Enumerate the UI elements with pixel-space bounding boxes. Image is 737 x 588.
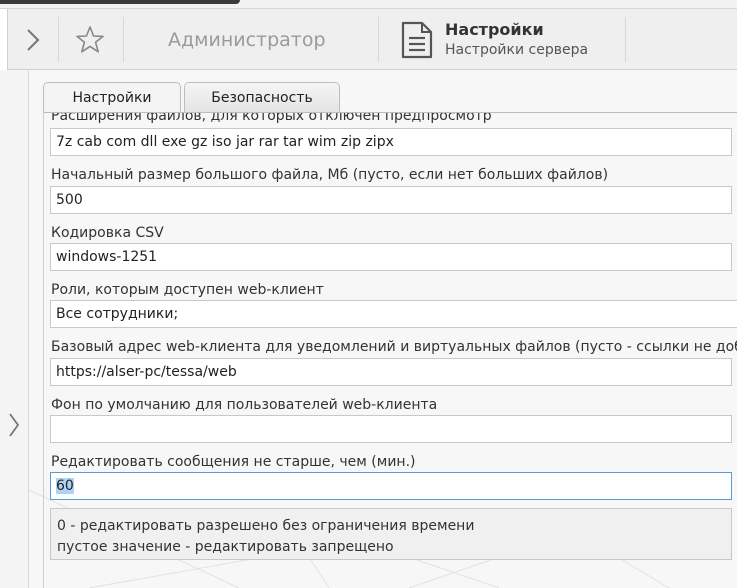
settings-card-button[interactable]: Настройки Настройки сервера — [393, 9, 623, 70]
web-client-background-field[interactable] — [50, 415, 732, 443]
edit-message-age-value: 60 — [56, 478, 74, 494]
main-content: Настройки Безопасность Расширения файлов… — [29, 70, 737, 588]
user-name-button[interactable]: Администратор — [148, 9, 348, 70]
hint-line-1: 0 - редактировать разрешено без ограниче… — [57, 518, 475, 534]
toolbar: Администратор Настройки Настройки сервер… — [7, 9, 737, 70]
document-icon — [401, 21, 433, 58]
csv-encoding-label: Кодировка CSV — [51, 225, 164, 241]
chevron-right-icon — [9, 413, 20, 437]
tab-security[interactable]: Безопасность — [184, 82, 340, 113]
favorite-button[interactable] — [68, 9, 112, 70]
tab-strip: Настройки Безопасность — [43, 82, 343, 114]
settings-card-title: Настройки — [445, 19, 544, 39]
window-top-strip — [0, 0, 737, 9]
large-file-size-field[interactable]: 500 — [50, 186, 732, 214]
web-client-base-url-field[interactable]: https://alser-pc/tessa/web — [50, 358, 732, 386]
tab-settings-label: Настройки — [72, 90, 152, 106]
web-client-roles-label: Роли, которым доступен web-клиент — [51, 282, 324, 298]
expand-panel-button[interactable] — [16, 9, 50, 70]
side-expand-button[interactable] — [8, 412, 20, 442]
web-client-base-url-label: Базовый адрес web-клиента для уведомлени… — [51, 339, 737, 355]
left-side-rail — [0, 70, 29, 588]
star-icon — [76, 25, 104, 53]
settings-form: Расширения файлов, для которых отключен … — [43, 112, 737, 588]
hint-line-2: пустое значение - редактировать запрещен… — [57, 539, 394, 555]
settings-card-subtitle: Настройки сервера — [445, 41, 589, 58]
toolbar-separator — [58, 17, 59, 62]
toolbar-separator — [378, 17, 379, 62]
user-name-label: Администратор — [168, 28, 326, 51]
large-file-size-label: Начальный размер большого файла, Мб (пус… — [51, 167, 609, 183]
tab-settings[interactable]: Настройки — [43, 82, 181, 113]
csv-encoding-field[interactable]: windows-1251 — [50, 243, 732, 271]
toolbar-separator — [123, 17, 124, 62]
web-client-background-label: Фон по умолчанию для пользователей web-к… — [51, 397, 438, 413]
tab-security-label: Безопасность — [211, 90, 313, 106]
toolbar-separator — [625, 17, 626, 62]
preview-extensions-label: Расширения файлов, для которых отключен … — [51, 112, 492, 124]
chevron-right-icon — [27, 28, 40, 51]
edit-message-age-label: Редактировать сообщения не старше, чем (… — [51, 454, 416, 470]
preview-extensions-field[interactable]: 7z cab com dll exe gz iso jar rar tar wi… — [50, 128, 732, 156]
edit-message-age-field[interactable]: 60 — [50, 472, 732, 500]
web-client-roles-field[interactable]: Все сотрудники; — [50, 300, 737, 328]
edit-message-hint: 0 - редактировать разрешено без ограниче… — [50, 508, 732, 560]
window-title-remnant — [0, 0, 240, 4]
